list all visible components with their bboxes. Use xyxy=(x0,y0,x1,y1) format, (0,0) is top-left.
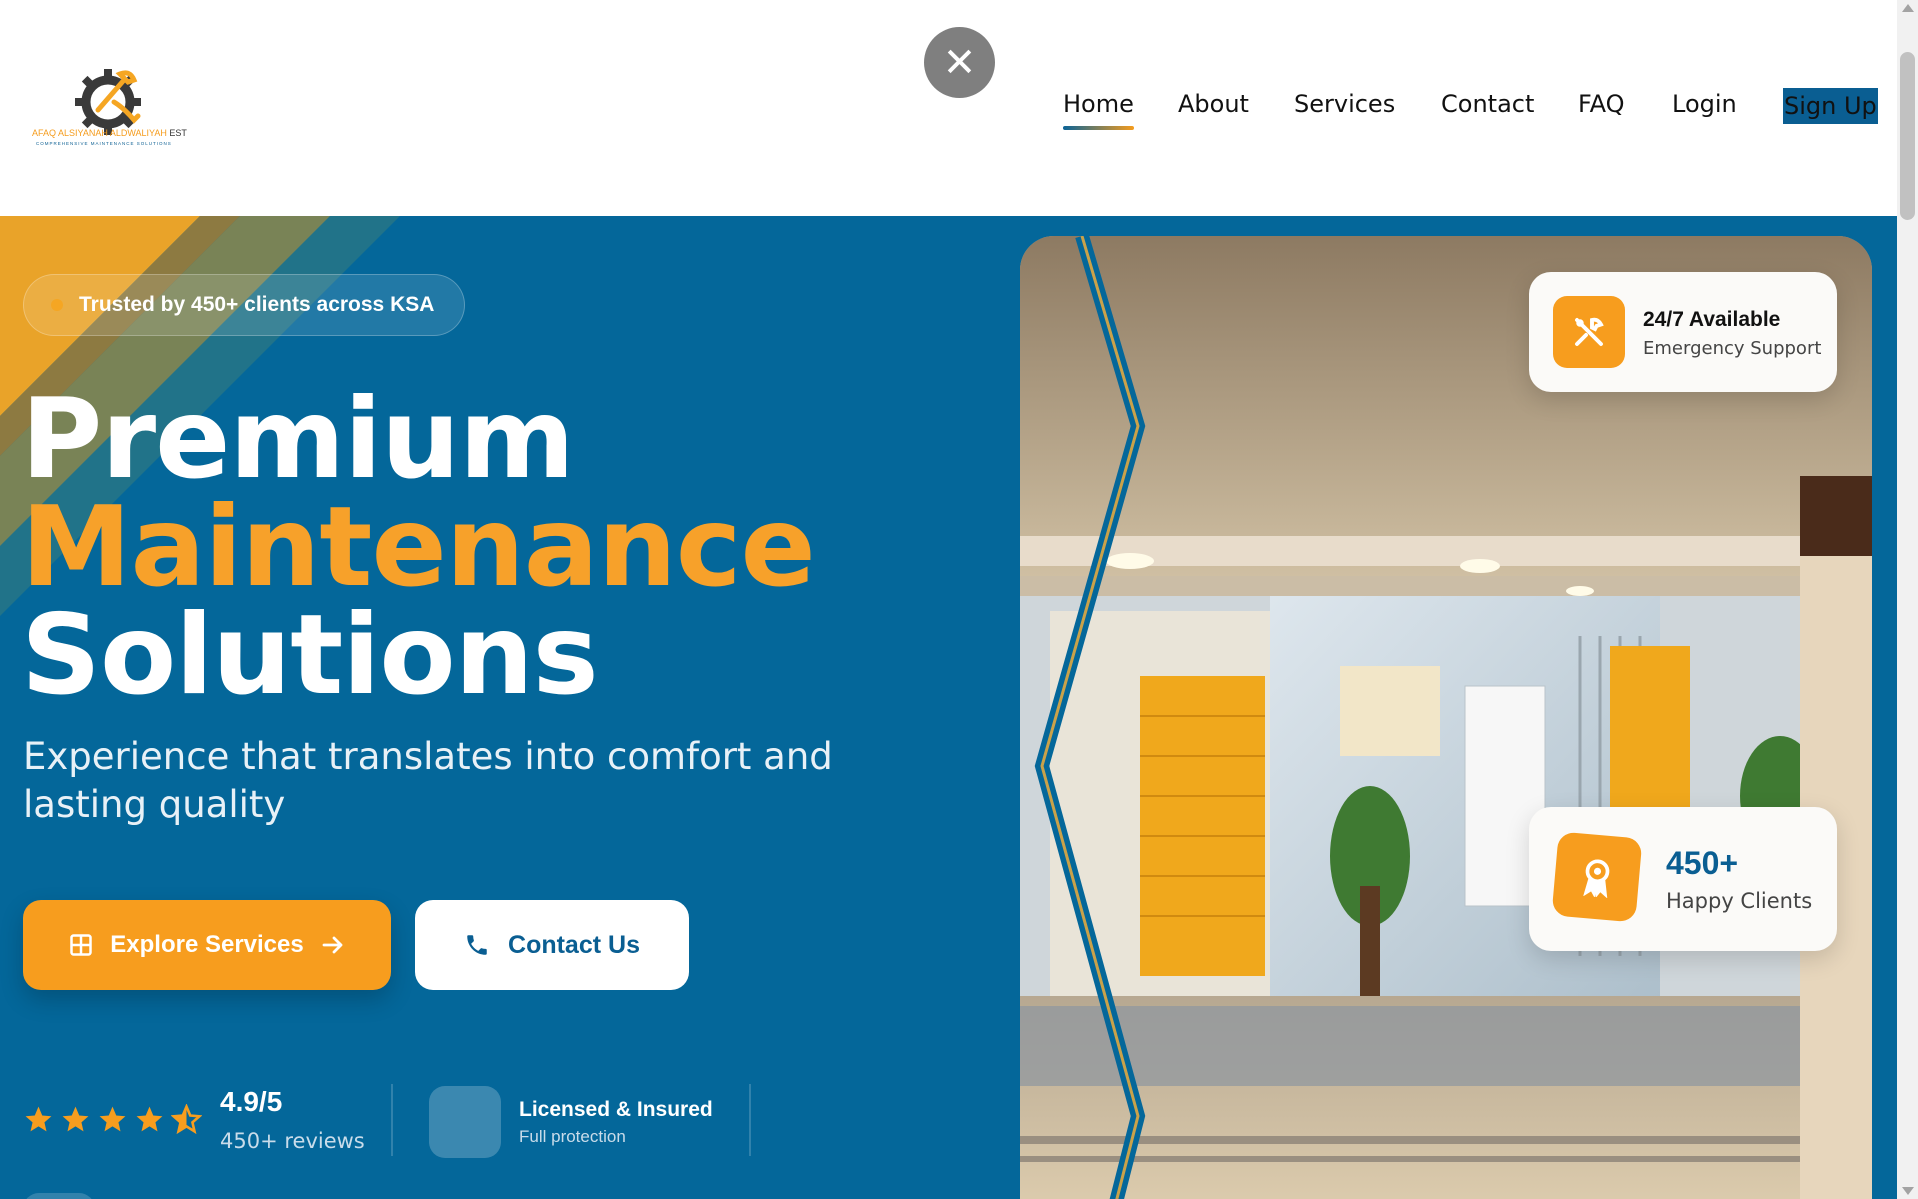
vertical-scrollbar[interactable] xyxy=(1897,0,1918,1199)
availability-title: 24/7 Available xyxy=(1643,308,1781,331)
trusted-badge: Trusted by 450+ clients across KSA xyxy=(23,274,466,336)
scrollbar-thumb[interactable] xyxy=(1900,52,1915,220)
rating-value: 4.9/5 xyxy=(220,1086,283,1117)
scroll-up-arrow-icon[interactable] xyxy=(1902,4,1914,12)
clients-count: 450+ xyxy=(1666,845,1739,881)
nav-about[interactable]: About xyxy=(1178,90,1249,118)
rating-stars xyxy=(23,1104,202,1135)
nav-services[interactable]: Services xyxy=(1294,90,1395,118)
trusted-badge-text: Trusted by 450+ clients across KSA xyxy=(79,293,435,316)
star-icon xyxy=(25,1106,52,1132)
divider xyxy=(749,1084,751,1156)
nav-signup[interactable]: Sign Up xyxy=(1783,88,1878,124)
explore-services-button[interactable]: Explore Services xyxy=(23,900,391,990)
award-icon xyxy=(1551,831,1643,923)
rating-count: 450+ reviews xyxy=(220,1129,365,1153)
nav-faq[interactable]: FAQ xyxy=(1578,90,1625,118)
arrow-right-icon xyxy=(322,936,343,954)
star-icon xyxy=(99,1106,126,1132)
headline-line-3: Solutions xyxy=(21,591,599,720)
divider xyxy=(391,1084,393,1156)
availability-subtitle: Emergency Support xyxy=(1643,338,1822,359)
logo[interactable]: AFAQ ALSIYANAH ALDWALIYAH EST COMPREHENS… xyxy=(30,36,187,156)
star-icon xyxy=(136,1106,163,1132)
explore-services-label: Explore Services xyxy=(110,931,304,958)
availability-card: 24/7 Available Emergency Support xyxy=(1529,272,1837,392)
clients-card: 450+ Happy Clients xyxy=(1529,807,1837,951)
star-half-icon xyxy=(171,1104,202,1135)
nav-contact[interactable]: Contact xyxy=(1441,90,1534,118)
logo-name: AFAQ ALSIYANAH ALDWALIYAH EST xyxy=(32,128,187,138)
tools-icon xyxy=(1553,296,1625,368)
site-header: AFAQ ALSIYANAH ALDWALIYAH EST COMPREHENS… xyxy=(0,0,1897,216)
logo-tagline: COMPREHENSIVE MAINTENANCE SOLUTIONS xyxy=(36,141,172,146)
star-icon xyxy=(62,1106,89,1132)
nav-home[interactable]: Home xyxy=(1063,90,1134,130)
licensed-title: Licensed & Insured xyxy=(519,1098,713,1121)
phone-icon xyxy=(467,935,487,955)
hero-subtitle: Experience that translates into comfort … xyxy=(23,735,833,826)
licensed-subtitle: Full protection xyxy=(519,1127,626,1146)
clients-label: Happy Clients xyxy=(1666,889,1813,913)
shield-icon xyxy=(429,1086,501,1158)
nav-login[interactable]: Login xyxy=(1672,90,1737,118)
hero-headline: Premium Maintenance Solutions xyxy=(21,375,816,720)
close-button[interactable]: ✕ xyxy=(924,27,995,98)
hero-section: Trusted by 450+ clients across KSA Premi… xyxy=(0,216,1897,1199)
star-dot-icon xyxy=(51,299,63,311)
headline-line-2: Maintenance xyxy=(21,483,816,612)
headline-line-1: Premium xyxy=(21,375,575,504)
close-icon: ✕ xyxy=(942,39,977,86)
contact-us-label: Contact Us xyxy=(508,930,640,959)
grid-icon xyxy=(70,934,93,956)
scroll-down-arrow-icon[interactable] xyxy=(1902,1187,1914,1195)
contact-us-button[interactable]: Contact Us xyxy=(415,900,689,990)
partial-icon-box xyxy=(23,1193,95,1199)
gear-wrench-logo-icon xyxy=(75,69,141,135)
